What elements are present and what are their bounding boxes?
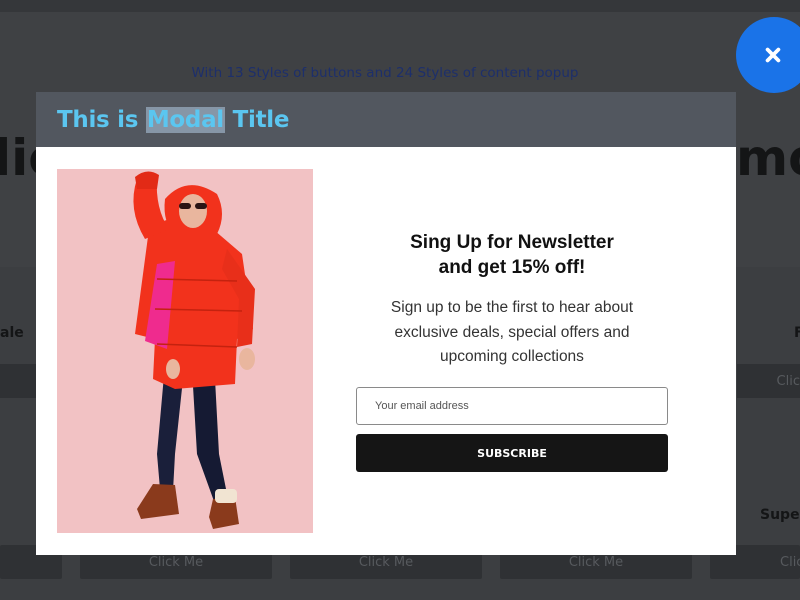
newsletter-description-line: Sign up to be the first to hear about bbox=[390, 299, 634, 316]
background-top-strip bbox=[0, 0, 800, 12]
newsletter-description-line: exclusive deals, special offers and bbox=[394, 323, 630, 341]
background-label-super: Super bbox=[760, 507, 800, 523]
subscribe-button[interactable]: SUBSCRIBE bbox=[356, 434, 668, 472]
modal-dialog: This is Modal Title Sing Up for Newslett… bbox=[36, 92, 736, 555]
background-subtitle: With 13 Styles of buttons and 24 Styles … bbox=[191, 65, 579, 81]
modal-title-highlight: Modal bbox=[145, 106, 225, 133]
background-label-right: F bbox=[794, 325, 800, 341]
newsletter-title: Sing Up for Newsletter and get 15% off! bbox=[356, 230, 668, 280]
newsletter-description-line: upcoming collections bbox=[440, 348, 584, 365]
woman-red-jacket-photo bbox=[57, 169, 313, 533]
modal-title: This is Modal Title bbox=[57, 106, 290, 133]
close-icon bbox=[765, 47, 780, 63]
newsletter-title-line: and get 15% off! bbox=[438, 257, 586, 278]
background-button[interactable] bbox=[0, 364, 36, 398]
model-illustration bbox=[133, 171, 255, 529]
newsletter-content: Sing Up for Newsletter and get 15% off! … bbox=[356, 230, 668, 370]
modal-header: This is Modal Title bbox=[36, 92, 736, 147]
newsletter-description: Sign up to be the first to hear about ex… bbox=[356, 296, 668, 370]
background-button[interactable]: Clic bbox=[737, 364, 800, 398]
email-input[interactable] bbox=[356, 387, 668, 425]
background-label-left: ale bbox=[0, 325, 24, 341]
modal-title-suffix: Title bbox=[224, 106, 290, 133]
newsletter-title-line: Sing Up for Newsletter bbox=[410, 232, 614, 253]
background-heading-right: mo bbox=[736, 129, 800, 187]
modal-title-prefix: This is bbox=[57, 106, 146, 133]
